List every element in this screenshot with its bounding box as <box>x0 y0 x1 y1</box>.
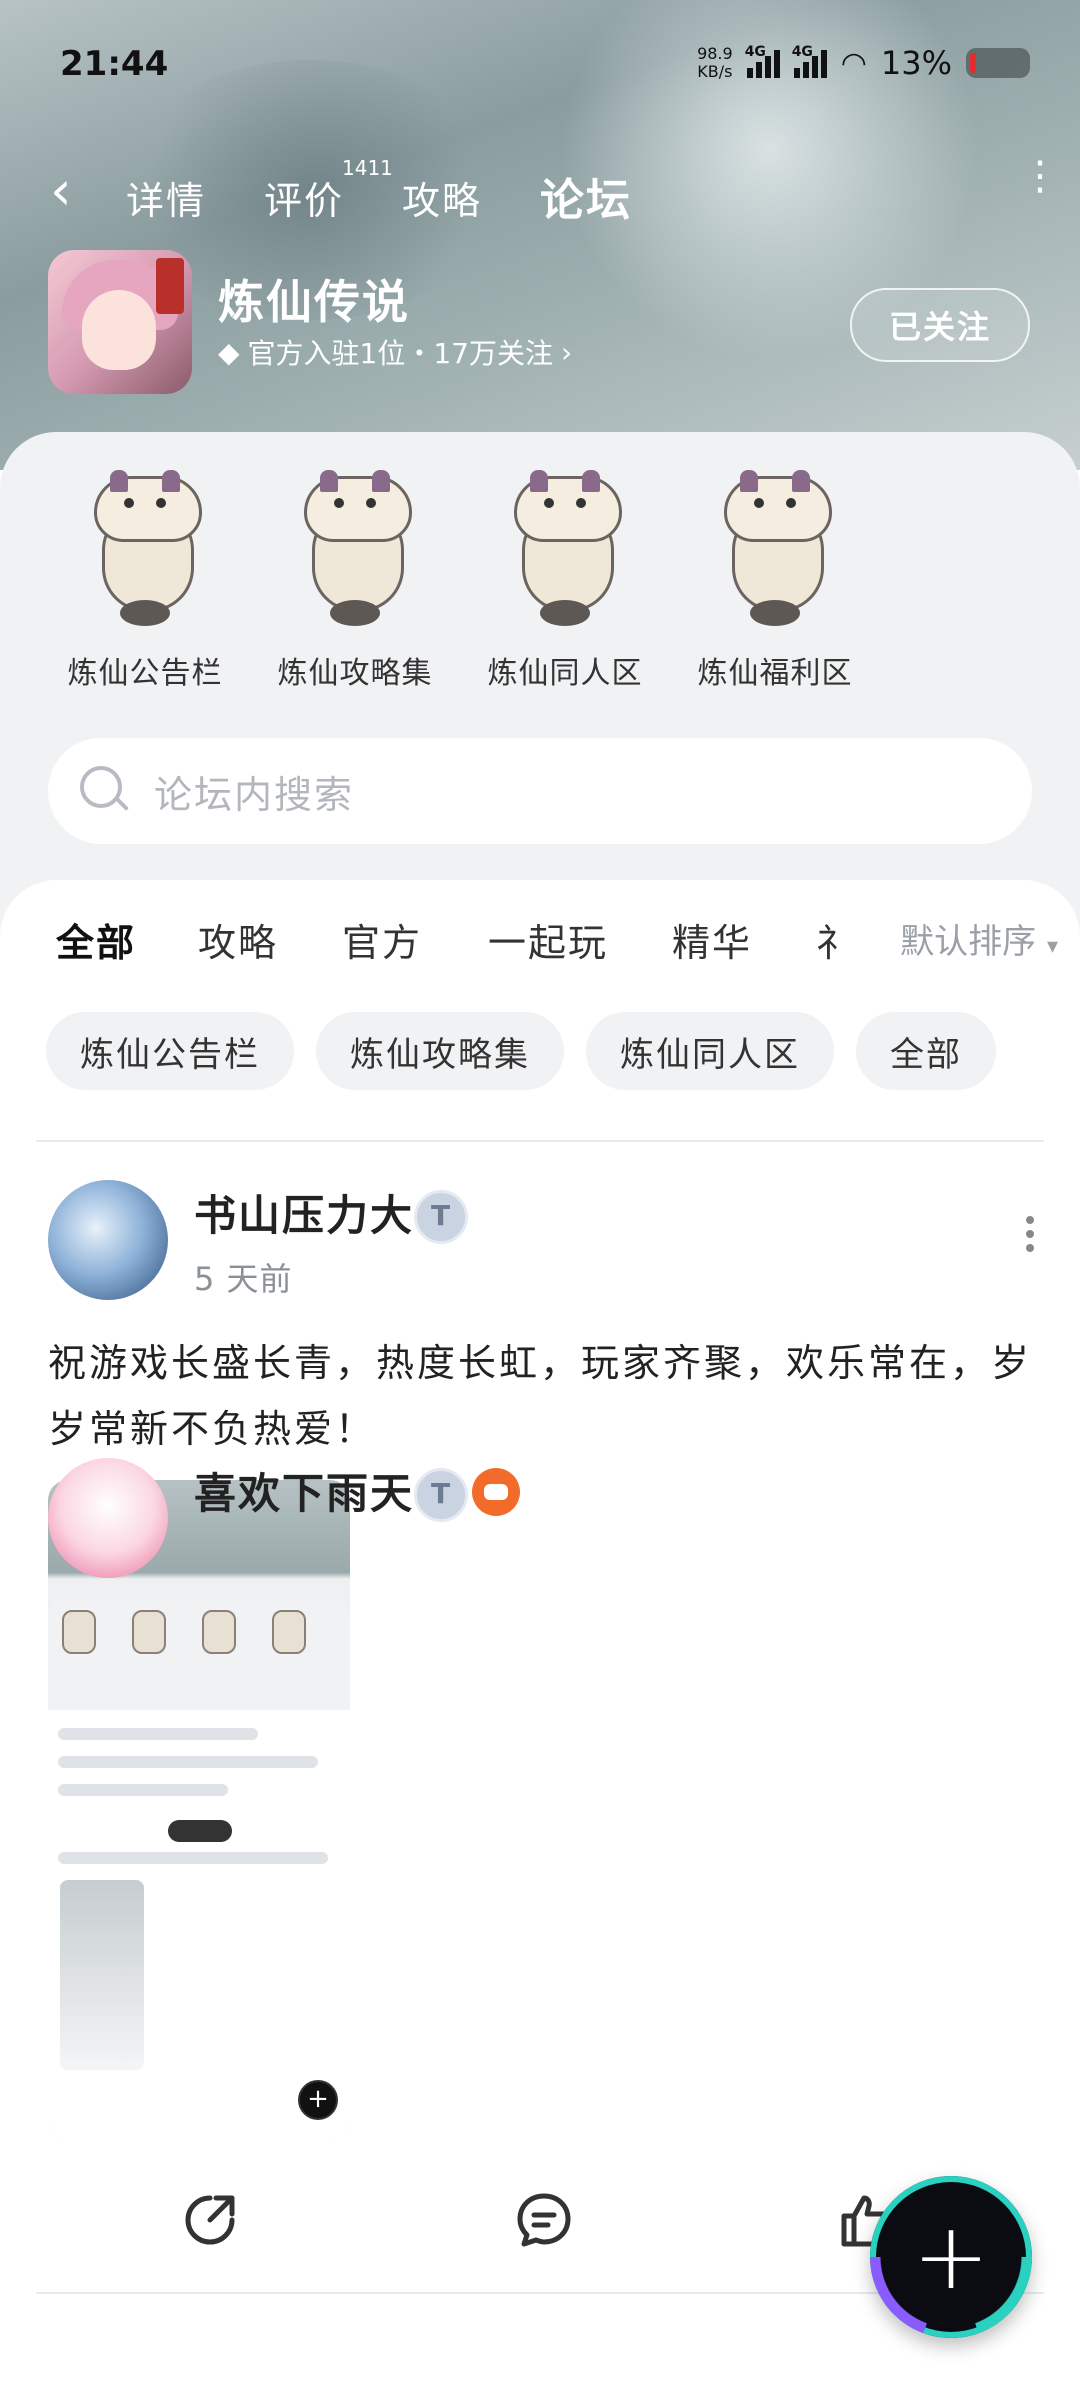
filter-tab-play-together[interactable]: 一起玩 <box>488 912 608 967</box>
follow-button[interactable]: 已关注 <box>850 288 1030 362</box>
reviews-count-badge: 1411 <box>342 156 393 180</box>
post-card[interactable]: 喜欢下雨天 <box>0 1448 1080 1578</box>
verified-diamond-icon: ◆ <box>218 335 240 369</box>
post-feed: 全部 攻略 官方 一起玩 精华 礻 默认排序 ▾ 炼仙公告栏 炼仙攻略集 炼仙同… <box>0 880 1080 2400</box>
sort-dropdown[interactable]: 默认排序 ▾ <box>860 914 1058 963</box>
game-icon[interactable] <box>48 250 192 394</box>
top-nav: ‹ 详情 评价 1411 攻略 论坛 ⋮ <box>50 156 1060 230</box>
filter-tabs: 全部 攻略 官方 一起玩 精华 礻 默认排序 ▾ <box>53 912 1070 972</box>
tab-forum[interactable]: 论坛 <box>534 164 638 230</box>
user-level-icon <box>414 1468 468 1522</box>
user-level-icon <box>414 1190 468 1244</box>
plus-icon: + <box>912 2203 990 2310</box>
back-icon[interactable]: ‹ <box>50 164 72 218</box>
create-post-button[interactable]: + <box>870 2176 1032 2338</box>
signal-1-icon: 4G <box>745 44 780 78</box>
post-text[interactable]: 祝游戏长盛长青，热度长虹，玩家齐聚，欢乐常在，岁岁常新不负热爱！ <box>48 1330 1038 1462</box>
board-item-guides[interactable]: 炼仙攻略集 <box>250 470 460 692</box>
mascot-icon <box>80 470 210 630</box>
tab-guides[interactable]: 攻略 <box>402 170 482 225</box>
filter-tab-featured[interactable]: 精华 <box>672 912 752 967</box>
status-bar: 21:44 98.9 KB/s 4G 4G ◠ 13% <box>60 44 1030 94</box>
board-item-fanart[interactable]: 炼仙同人区 <box>460 470 670 692</box>
mascot-icon <box>710 470 840 630</box>
chip-fanart[interactable]: 炼仙同人区 <box>586 1012 834 1090</box>
post-more-icon[interactable] <box>1020 1210 1040 1270</box>
dropdown-caret-icon: ▾ <box>1046 934 1058 959</box>
more-options-icon[interactable]: ⋮ <box>1020 156 1060 196</box>
battery-percent: 13% <box>880 44 952 82</box>
game-title: 炼仙传说 <box>218 275 410 329</box>
post-author[interactable]: 书山压力大 <box>194 1182 414 1243</box>
chip-guides[interactable]: 炼仙攻略集 <box>316 1012 564 1090</box>
search-icon <box>78 764 132 818</box>
divider <box>36 1140 1044 1142</box>
board-shortcuts: 炼仙公告栏 炼仙攻略集 炼仙同人区 炼仙福利区 <box>40 470 880 692</box>
filter-tab-guides[interactable]: 攻略 <box>198 912 278 967</box>
post-time: 5 天前 <box>194 1260 293 1298</box>
post-screenshot-image[interactable]: + <box>48 1480 350 2140</box>
forum-search-input[interactable]: 论坛内搜索 <box>48 738 1032 844</box>
chip-announcements[interactable]: 炼仙公告栏 <box>46 1012 294 1090</box>
status-time: 21:44 <box>60 44 169 84</box>
mascot-icon <box>290 470 420 630</box>
battery-icon <box>966 48 1030 78</box>
board-item-welfare[interactable]: 炼仙福利区 <box>670 470 880 692</box>
board-item-announcements[interactable]: 炼仙公告栏 <box>40 470 250 692</box>
tab-details[interactable]: 详情 <box>126 170 206 225</box>
gamepad-badge-icon <box>472 1468 520 1516</box>
share-icon[interactable] <box>180 2190 240 2250</box>
game-meta-text: 官方入驻1位・17万关注 <box>247 337 553 370</box>
signal-2-icon: 4G <box>792 44 827 78</box>
board-chips: 炼仙公告栏 炼仙攻略集 炼仙同人区 全部 <box>46 1012 996 1090</box>
comment-icon[interactable] <box>514 2190 574 2250</box>
tab-reviews[interactable]: 评价 <box>264 170 344 225</box>
avatar[interactable] <box>48 1458 168 1578</box>
search-placeholder: 论坛内搜索 <box>154 772 355 817</box>
wifi-icon: ◠ <box>840 45 867 81</box>
game-meta-link[interactable]: ◆ 官方入驻1位・17万关注 › <box>218 332 572 372</box>
filter-tab-more[interactable]: 礻 <box>816 912 856 967</box>
game-header-banner: 21:44 98.9 KB/s 4G 4G ◠ 13% ‹ 详情 评价 1411… <box>0 0 1080 470</box>
avatar[interactable] <box>48 1180 168 1300</box>
game-info: 炼仙传说 ◆ 官方入驻1位・17万关注 › 已关注 <box>48 250 1030 400</box>
chip-all[interactable]: 全部 <box>856 1012 996 1090</box>
status-icons: 98.9 KB/s 4G 4G ◠ 13% <box>697 44 1030 82</box>
chevron-right-icon: › <box>561 335 573 369</box>
mascot-icon <box>500 470 630 630</box>
filter-tab-official[interactable]: 官方 <box>342 912 422 967</box>
post-author[interactable]: 喜欢下雨天 <box>194 1460 414 1521</box>
filter-tab-all[interactable]: 全部 <box>53 912 139 971</box>
network-speed: 98.9 KB/s <box>697 44 733 81</box>
